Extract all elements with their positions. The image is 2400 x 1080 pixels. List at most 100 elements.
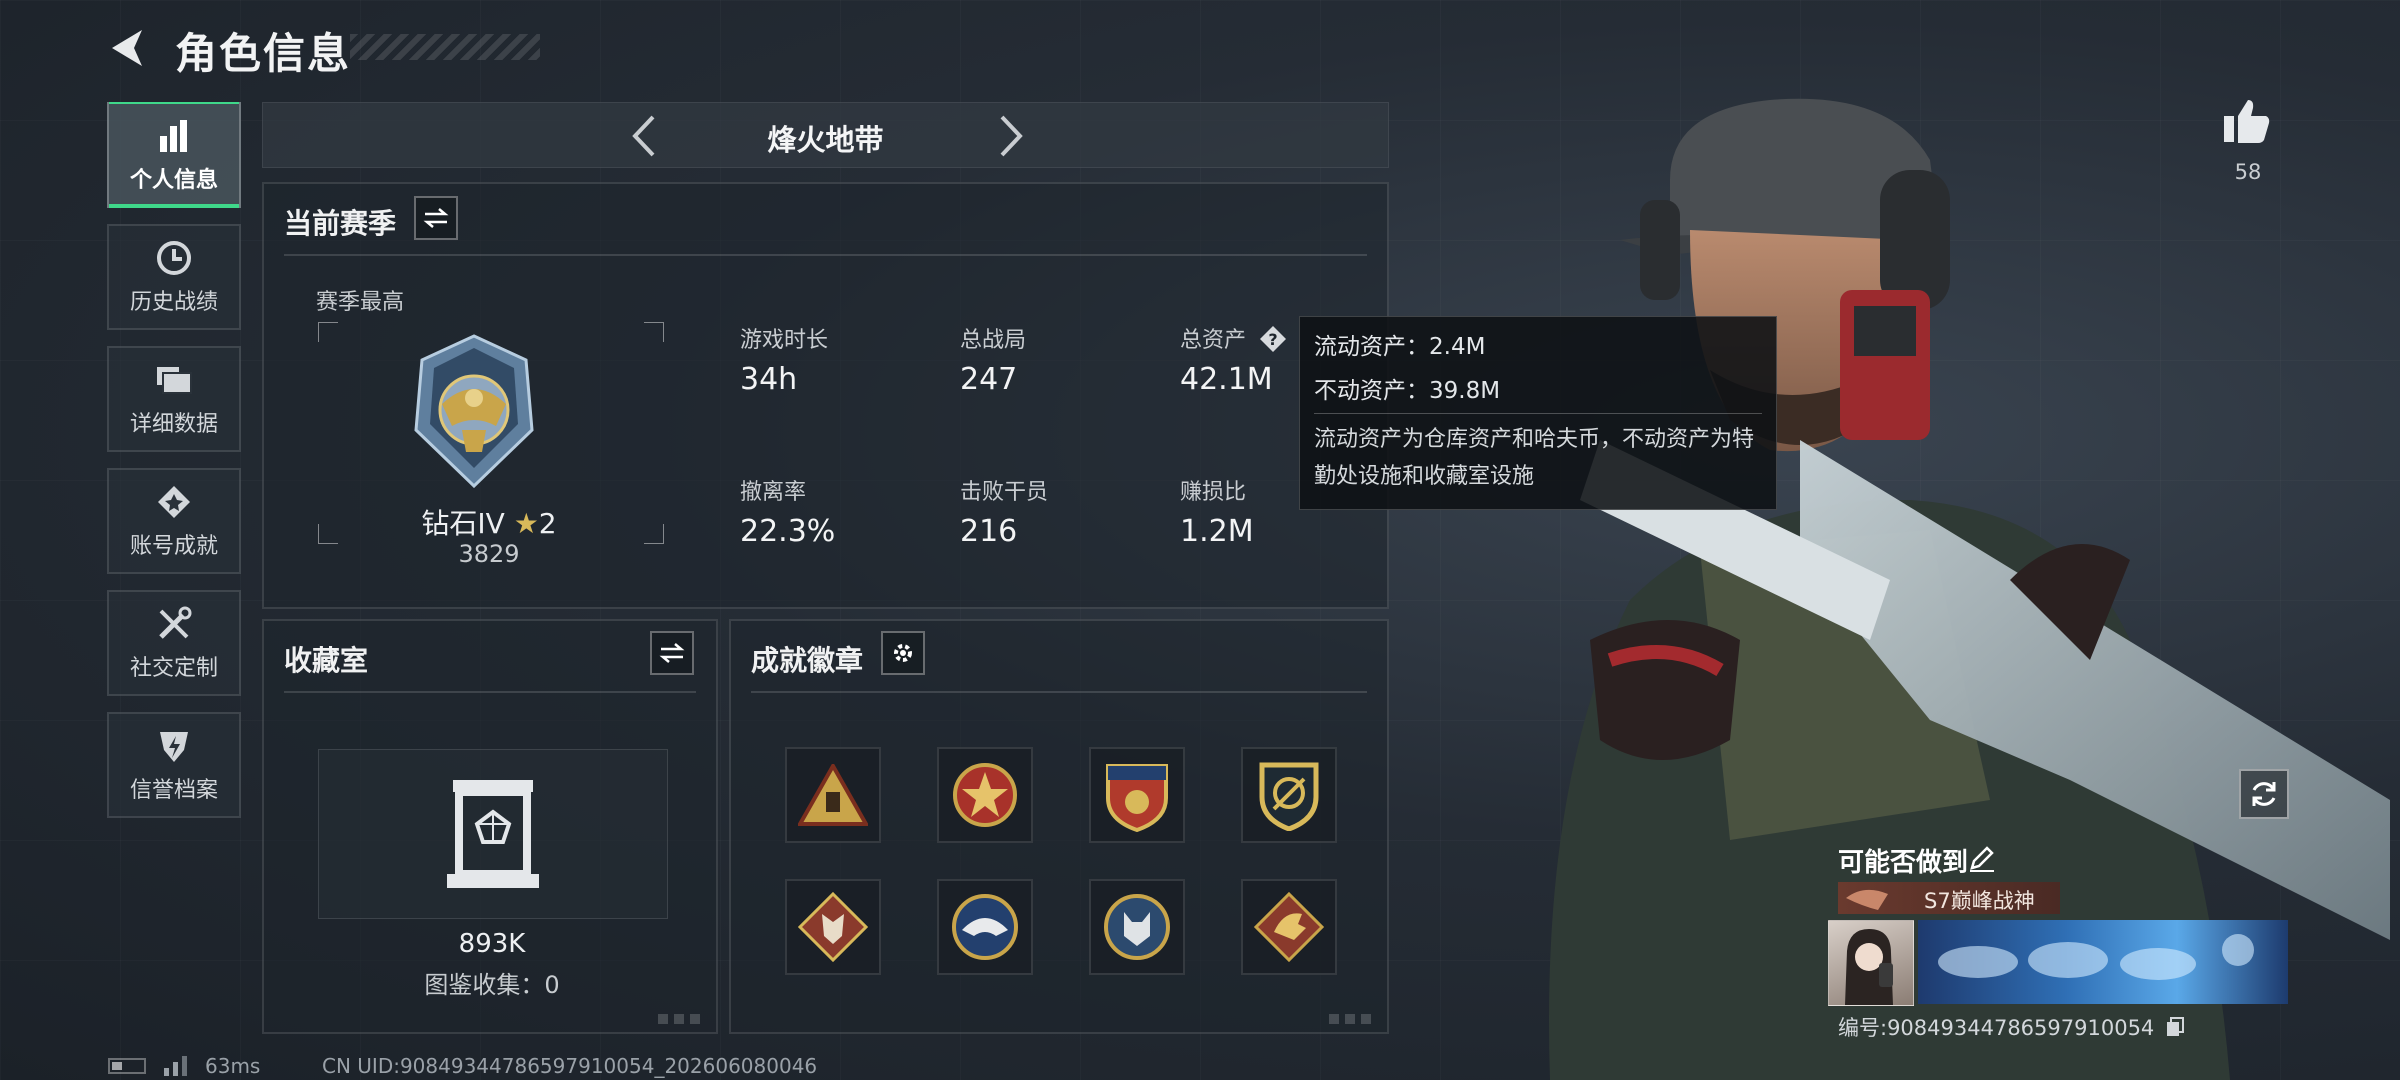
player-id-row: 编号:9084934478659791005​4 [1838, 1012, 2185, 1042]
battery-icon [108, 1058, 146, 1074]
rank-score: 3829 [458, 540, 520, 568]
stat-operators-defeated: 击败干员 216 [960, 474, 1048, 549]
thumbs-up-icon[interactable] [2222, 96, 2272, 146]
stat-value: 22.3% [740, 514, 836, 549]
back-arrow-icon[interactable] [104, 24, 152, 72]
sidebar-item-label: 社交定制 [129, 656, 218, 681]
help-icon[interactable]: ? [1259, 325, 1287, 353]
sidebar-item-label: 账号成就 [129, 534, 218, 559]
dragon-badge-icon[interactable] [1241, 879, 1337, 975]
achievements-title: 成就徽章 [751, 644, 864, 677]
crest-badge-icon[interactable] [1241, 747, 1337, 843]
stat-label: 赚损比 [1180, 480, 1247, 505]
account-uid: CN UID:908493447865979100​54_20260608004… [322, 1054, 818, 1078]
stat-extract-rate: 撤离率 22.3% [740, 474, 835, 549]
edit-icon[interactable] [1968, 844, 1996, 872]
sidebar-item-label: 信誉档案 [129, 778, 218, 803]
display-case-icon [447, 780, 539, 888]
sidebar-item-label: 个人信息 [129, 168, 218, 193]
mode-selector: 烽火地带 [262, 102, 1389, 168]
sidebar-item-label: 历史战绩 [129, 290, 218, 315]
mode-name: 烽火地带 [767, 123, 884, 157]
divider [1314, 413, 1762, 414]
rank-name: 钻石IV [421, 507, 505, 540]
player-name: 可能否做到 [1838, 848, 1969, 878]
stat-play-time: 游戏时长 34h [740, 322, 828, 397]
divider [284, 691, 696, 693]
bar-chart-icon [154, 116, 194, 156]
diamond-rank-badge-icon [414, 334, 534, 488]
player-banner [1918, 920, 2288, 1004]
assets-tooltip: 流动资产：2.4M 不动资产：39.8M 流动资产为仓库资产和哈夫币，不动资产为… [1299, 316, 1777, 510]
gear-icon [894, 644, 912, 662]
tooltip-fixed-assets: 不动资产：39.8M [1314, 378, 1501, 404]
collection-preview [318, 749, 668, 919]
player-title-badge: S7巅峰战神 [1838, 882, 2060, 914]
star-icon: ★ [513, 507, 539, 540]
achievement-icon [154, 482, 194, 522]
season-best-label: 赛季最高 [316, 290, 405, 315]
tooltip-liquid-assets: 流动资产：2.4M [1314, 334, 1486, 360]
collection-count: 图鉴收集：0 [424, 971, 560, 999]
swap-icon [423, 208, 449, 228]
page-title: 角色信息 [175, 29, 352, 78]
stat-label: 总战局 [960, 328, 1027, 353]
tools-icon [154, 604, 194, 644]
triangle-badge-icon[interactable] [785, 747, 881, 843]
season-title: 当前赛季 [284, 207, 397, 240]
stat-value: 34h [740, 362, 798, 397]
swap-icon [659, 643, 685, 663]
credit-icon [154, 726, 194, 766]
season-switch-button[interactable] [414, 196, 458, 240]
stat-total-assets: 总资产 ? 42.1M [1180, 322, 1287, 397]
star-badge-icon[interactable] [937, 747, 1033, 843]
chevron-right-icon[interactable] [986, 113, 1032, 159]
achievements-settings-button[interactable] [881, 631, 925, 675]
sidebar-item-label: 详细数据 [129, 412, 218, 437]
tooltip-note: 流动资产为仓库资产和哈夫币，不动资产为特勤处设施和收藏室设施 [1314, 427, 1755, 489]
sidebar-item-social[interactable]: 社交定制 [107, 590, 241, 696]
stat-value: 42.1M [1180, 362, 1273, 397]
player-avatar[interactable] [1828, 920, 1914, 1006]
folder-icon [154, 360, 194, 400]
like-count: 58 [2234, 160, 2262, 184]
player-title: S7巅峰战神 [1924, 889, 2035, 913]
rank-name-row: 钻石IV ★2 [264, 502, 714, 542]
season-panel: 当前赛季 赛季最高 钻石IV ★2 3829 游戏时长 34h 总战局 247 … [262, 182, 1389, 609]
achievements-panel: 成就徽章 [729, 619, 1389, 1034]
stat-label: 撤离率 [740, 480, 807, 505]
refresh-icon [2252, 782, 2276, 806]
sidebar-item-profile[interactable]: 个人信息 [107, 102, 241, 208]
collection-value: 893K [458, 929, 526, 959]
stat-value: 1.2M [1180, 514, 1254, 549]
stat-label: 总资产 ? [1180, 322, 1287, 354]
shield-badge-icon[interactable] [1089, 747, 1185, 843]
sidebar-item-details[interactable]: 详细数据 [107, 346, 241, 452]
title-decoration [350, 34, 540, 60]
signal-icon [164, 1056, 187, 1076]
divider [284, 254, 1367, 256]
lynx-badge-icon[interactable] [1089, 879, 1185, 975]
refresh-button[interactable] [2239, 769, 2289, 819]
corner-decoration [658, 1014, 706, 1024]
player-id: 编号:9084934478659791005​4 [1838, 1016, 2155, 1040]
title-emblem-icon [1846, 889, 1888, 910]
wolf-badge-icon[interactable] [785, 879, 881, 975]
copy-icon[interactable] [2165, 1016, 2185, 1038]
collection-switch-button[interactable] [650, 631, 694, 675]
stat-label: 击败干员 [960, 480, 1049, 505]
collection-panel[interactable]: 收藏室 893K 图鉴收集：0 [262, 619, 718, 1034]
divider [751, 691, 1367, 693]
stat-label: 游戏时长 [740, 328, 829, 353]
stat-total-matches: 总战局 247 [960, 322, 1026, 397]
rank-stars: 2 [538, 507, 557, 540]
collection-title: 收藏室 [284, 644, 369, 677]
sidebar-item-achievements[interactable]: 账号成就 [107, 468, 241, 574]
sidebar-item-credit[interactable]: 信誉档案 [107, 712, 241, 818]
history-icon [154, 238, 194, 278]
stat-value: 247 [960, 362, 1018, 397]
sidebar-item-history[interactable]: 历史战绩 [107, 224, 241, 330]
eagle-badge-icon[interactable] [937, 879, 1033, 975]
stat-profit-ratio: 赚损比 1.2M [1180, 474, 1254, 549]
ping-value: 63ms [205, 1054, 261, 1078]
